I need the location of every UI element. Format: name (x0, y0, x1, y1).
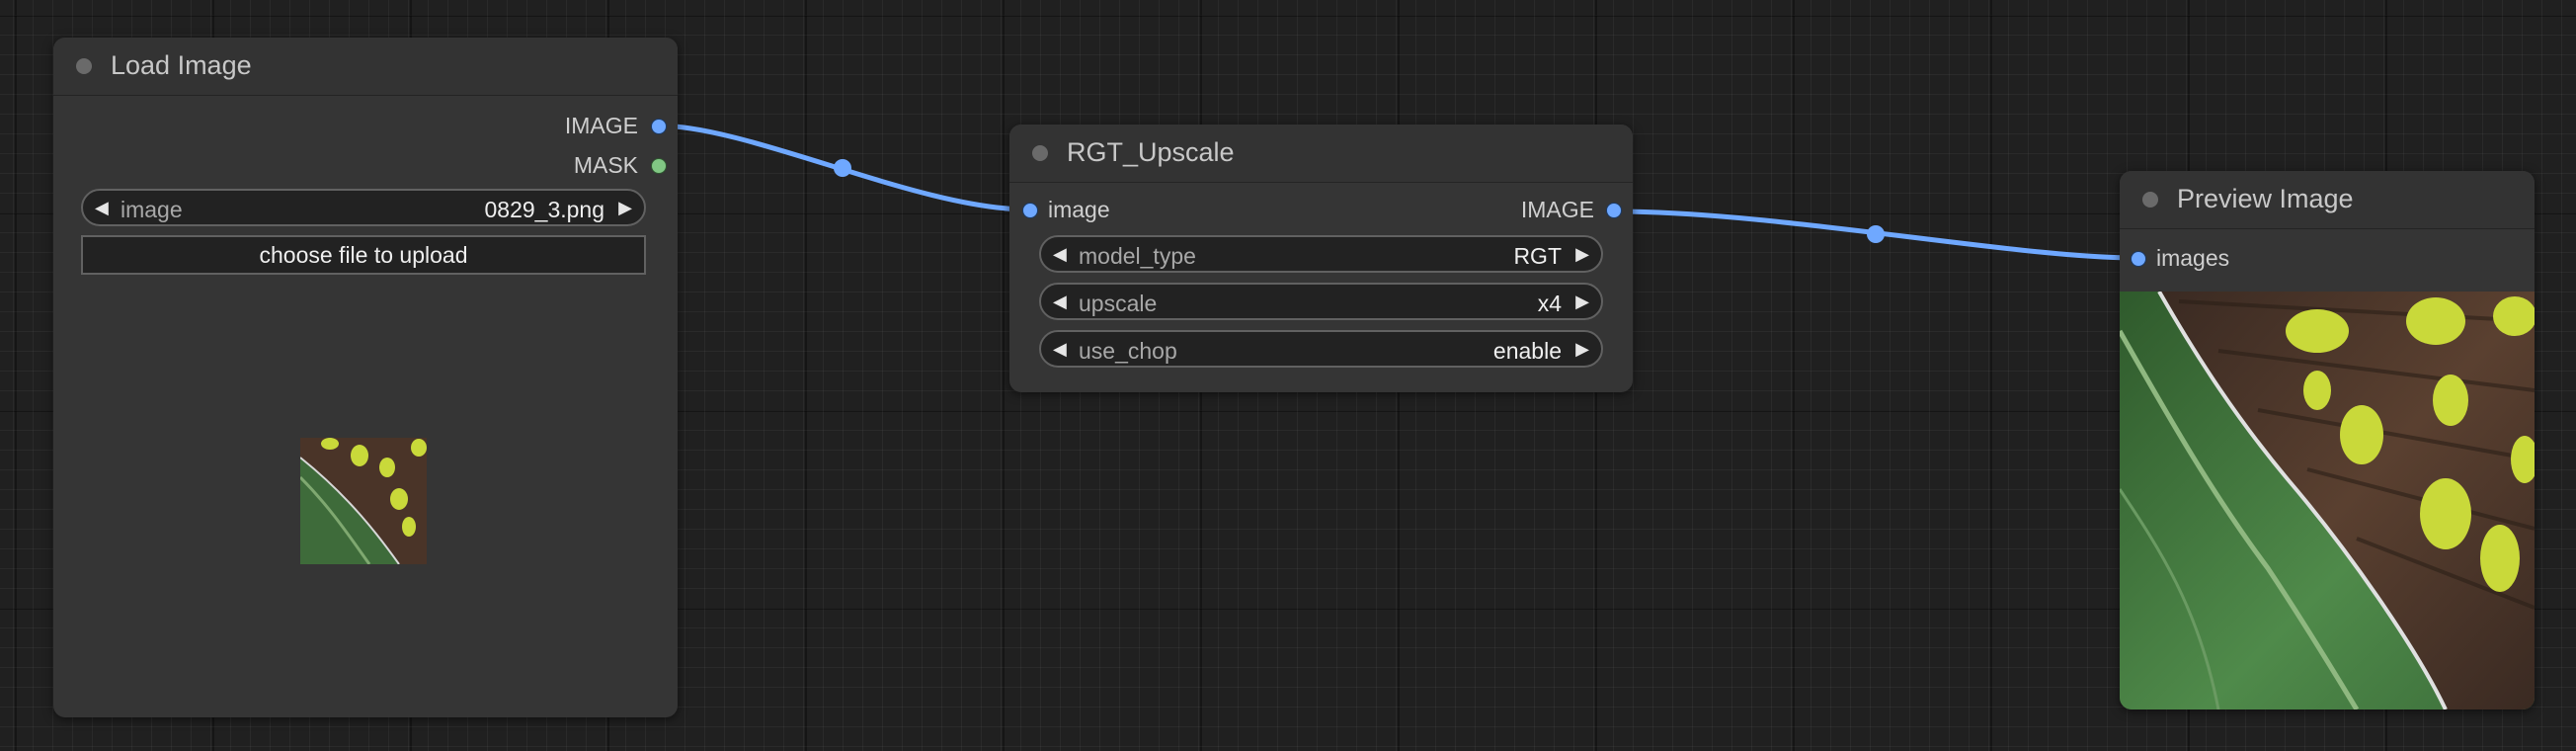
arrow-right-icon[interactable]: ▶ (1575, 244, 1589, 265)
rgt-upscale-node[interactable]: RGT_Upscale image IMAGE ◀ model_type RGT… (1009, 125, 1633, 392)
node-title: RGT_Upscale (1067, 137, 1235, 167)
input-slot-image[interactable] (1022, 203, 1038, 218)
widget-name: image (121, 197, 183, 222)
arrow-right-icon[interactable]: ▶ (618, 198, 632, 218)
arrow-right-icon[interactable]: ▶ (1575, 339, 1589, 360)
widget-value: x4 (1537, 291, 1562, 316)
output-slot-mask[interactable] (651, 158, 667, 174)
widget-value: 0829_3.png (484, 197, 604, 222)
output-slot-image[interactable] (1606, 203, 1622, 218)
widget-name: model_type (1079, 243, 1196, 269)
upload-button[interactable]: choose file to upload (81, 235, 646, 275)
output-label-image: IMAGE (564, 113, 638, 138)
preview-image (2120, 292, 2535, 709)
model-type-widget[interactable]: ◀ model_type RGT ▶ (1039, 235, 1603, 273)
upscale-widget[interactable]: ◀ upscale x4 ▶ (1039, 283, 1603, 320)
widget-value: enable (1492, 338, 1562, 364)
node-title-bar[interactable]: RGT_Upscale (1009, 125, 1633, 183)
collapse-dot-icon[interactable] (2142, 192, 2158, 208)
image-combo-widget[interactable]: ◀ image 0829_3.png ▶ (81, 189, 646, 226)
use-chop-widget[interactable]: ◀ use_chop enable ▶ (1039, 330, 1603, 368)
output-label-image: IMAGE (1520, 197, 1594, 222)
widget-name: use_chop (1079, 338, 1177, 364)
arrow-left-icon[interactable]: ◀ (1053, 292, 1067, 312)
arrow-left-icon[interactable]: ◀ (1053, 339, 1067, 360)
input-label-images: images (2156, 245, 2230, 271)
collapse-dot-icon[interactable] (76, 58, 92, 74)
node-title-bar[interactable]: Preview Image (2120, 171, 2535, 229)
preview-image-node[interactable]: Preview Image images (2120, 171, 2535, 709)
input-label-image: image (1048, 197, 1110, 222)
input-slot-images[interactable] (2131, 251, 2146, 267)
collapse-dot-icon[interactable] (1032, 145, 1048, 161)
arrow-left-icon[interactable]: ◀ (1053, 244, 1067, 265)
node-title: Load Image (111, 50, 252, 80)
widget-name: upscale (1079, 291, 1158, 316)
image-thumbnail (300, 438, 427, 564)
output-label-mask: MASK (573, 152, 638, 178)
arrow-right-icon[interactable]: ▶ (1575, 292, 1589, 312)
arrow-left-icon[interactable]: ◀ (95, 198, 109, 218)
widget-value: RGT (1513, 243, 1562, 269)
node-title: Preview Image (2177, 184, 2354, 213)
output-slot-image[interactable] (651, 119, 667, 134)
node-title-bar[interactable]: Load Image (53, 38, 678, 96)
load-image-node[interactable]: Load Image IMAGE MASK ◀ image 0829_3.png… (53, 38, 678, 717)
